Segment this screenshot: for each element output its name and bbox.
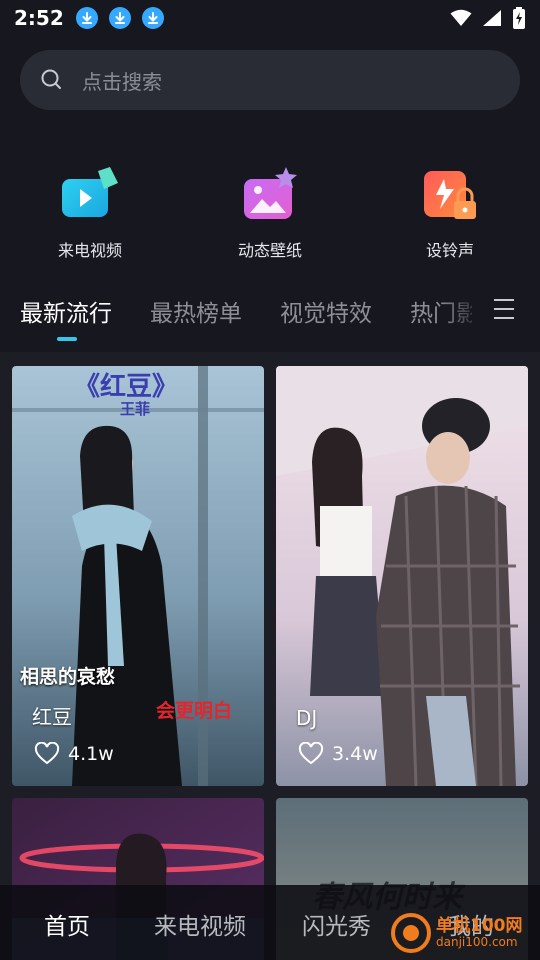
nav-home[interactable]: 首页	[44, 907, 90, 941]
status-bar: 2:52	[0, 0, 540, 36]
tab-visual-effects[interactable]: 视觉特效	[280, 294, 372, 328]
active-tab-indicator	[57, 337, 77, 341]
heart-icon	[34, 742, 60, 765]
search-icon	[41, 69, 61, 89]
like-count[interactable]: 4.1w	[34, 742, 114, 766]
watermark: 单机100网 danji100.com	[390, 912, 523, 954]
quick-action-live-wallpaper[interactable]: 动态壁纸	[180, 165, 360, 261]
quick-action-label: 设铃声	[425, 241, 474, 260]
video-feed[interactable]: 《红豆》 王菲 相思的哀愁 会更明白 红豆 4.1w DJ 3.4w	[0, 352, 540, 960]
quick-action-label: 动态壁纸	[237, 241, 302, 260]
heart-icon	[298, 742, 324, 765]
video-card-title: 红豆	[32, 705, 72, 729]
quick-action-incoming-video[interactable]: 来电视频	[0, 165, 180, 261]
category-tabs: 最新流行 最热榜单 视觉特效 热门影	[0, 290, 540, 341]
tab-hot-chart[interactable]: 最热榜单	[150, 294, 242, 328]
video-card[interactable]: DJ 3.4w	[276, 366, 528, 786]
watermark-logo-icon	[391, 913, 431, 953]
ringtone-lock-icon	[424, 171, 476, 219]
like-count-value: 4.1w	[68, 743, 114, 765]
quick-action-label: 来电视频	[57, 241, 122, 260]
video-overlay-subtitle: 王菲	[120, 400, 151, 418]
wallpaper-icon	[244, 167, 297, 219]
download-icon	[75, 7, 98, 29]
like-count[interactable]: 3.4w	[298, 742, 378, 766]
menu-icon[interactable]	[492, 298, 516, 320]
video-play-icon	[62, 167, 118, 217]
download-icon	[108, 7, 131, 29]
video-card-title: DJ	[296, 706, 318, 730]
nav-incoming-video[interactable]: 来电视频	[154, 907, 246, 941]
tab-latest[interactable]: 最新流行	[20, 294, 112, 328]
video-card[interactable]: 《红豆》 王菲 相思的哀愁 会更明白 红豆 4.1w	[12, 366, 264, 786]
battery-charging-icon	[513, 7, 525, 29]
like-count-value: 3.4w	[332, 743, 378, 765]
download-icon	[141, 7, 164, 29]
search-placeholder: 点击搜索	[82, 69, 162, 94]
wifi-icon	[450, 9, 472, 26]
quick-action-set-ringtone[interactable]: 设铃声	[360, 165, 540, 261]
search-input[interactable]: 点击搜索	[20, 50, 520, 110]
video-overlay-lyric: 相思的哀愁	[20, 666, 116, 688]
video-overlay-lyric-red: 会更明白	[156, 700, 233, 722]
signal-icon	[483, 10, 501, 26]
nav-flash-show[interactable]: 闪光秀	[302, 907, 371, 941]
watermark-site: 单机100网	[436, 915, 523, 936]
watermark-url: danji100.com	[436, 934, 518, 949]
status-time: 2:52	[14, 6, 64, 30]
